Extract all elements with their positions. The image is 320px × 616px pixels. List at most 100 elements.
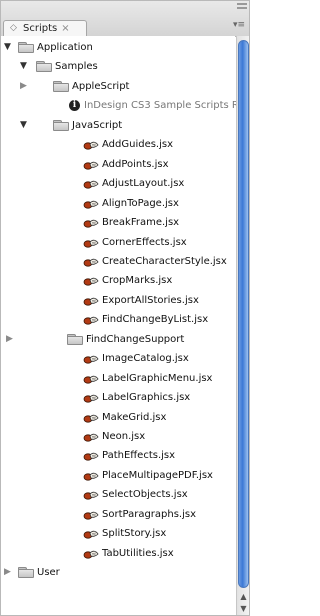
tree-folder-row[interactable]: ▼ JavaScript bbox=[1, 117, 235, 135]
tree-item-row[interactable]: AddGuides.jsx bbox=[1, 136, 235, 154]
tree-item-row[interactable]: Neon.jsx bbox=[1, 428, 235, 446]
tree-item-label: SelectObjects.jsx bbox=[102, 489, 188, 501]
tree-folder-row[interactable]: ▶ AppleScript bbox=[1, 78, 235, 96]
tree-folder-row[interactable]: ▼ Application bbox=[1, 39, 235, 57]
info-icon: i bbox=[69, 100, 80, 112]
script-icon bbox=[83, 412, 99, 424]
script-icon bbox=[83, 198, 99, 210]
tree-item-label: PlaceMultipagePDF.jsx bbox=[102, 469, 213, 481]
script-icon bbox=[83, 237, 99, 249]
tree-item-label: CornerEffects.jsx bbox=[102, 236, 187, 248]
tree-item-label: BreakFrame.jsx bbox=[102, 217, 180, 229]
tree-item-label: LabelGraphics.jsx bbox=[102, 392, 191, 404]
script-icon bbox=[83, 178, 99, 190]
script-icon bbox=[83, 295, 99, 307]
tree-item-label: PathEffects.jsx bbox=[102, 450, 176, 462]
script-icon bbox=[83, 353, 99, 365]
folder-icon bbox=[53, 119, 69, 131]
tree-item-label: AdjustLayout.jsx bbox=[102, 178, 185, 190]
tree-item-row[interactable]: ImageCatalog.jsx bbox=[1, 350, 235, 368]
script-icon bbox=[83, 509, 99, 521]
tree-item-label: TabUtilities.jsx bbox=[102, 547, 174, 559]
tree-item-row[interactable]: ExportAllStories.jsx bbox=[1, 292, 235, 310]
script-icon bbox=[83, 373, 99, 385]
tree-item-label: SplitStory.jsx bbox=[102, 528, 167, 540]
tree-item-label: LabelGraphicMenu.jsx bbox=[102, 372, 213, 384]
tree-item-label: AddPoints.jsx bbox=[102, 158, 169, 170]
tree-item-row[interactable]: SplitStory.jsx bbox=[1, 525, 235, 543]
tree-item-label: User bbox=[37, 567, 60, 579]
tree-item-label: ImageCatalog.jsx bbox=[102, 353, 189, 365]
folder-icon bbox=[53, 80, 69, 92]
script-icon bbox=[83, 139, 99, 151]
vertical-scrollbar[interactable]: ▲ ▼ bbox=[236, 36, 249, 615]
tree-item-row[interactable]: BreakFrame.jsx bbox=[1, 214, 235, 232]
script-icon bbox=[83, 314, 99, 326]
tree-item-row[interactable]: AddPoints.jsx bbox=[1, 156, 235, 174]
tree-item-label: Application bbox=[37, 42, 93, 53]
tree-item-row[interactable]: LabelGraphics.jsx bbox=[1, 389, 235, 407]
tree-item-row[interactable]: AdjustLayout.jsx bbox=[1, 175, 235, 193]
tree-item-label: AppleScript bbox=[72, 80, 130, 92]
tree-item-row[interactable]: LabelGraphicMenu.jsx bbox=[1, 370, 235, 388]
scripts-panel: ◇ Scripts × ▾≡ ▼ Application ▼ Samples ▶ Appl… bbox=[0, 0, 250, 616]
panel-menu-icon[interactable]: ▾≡ bbox=[232, 19, 246, 31]
tree-item-row[interactable]: i InDesign CS3 Sample Scripts Read bbox=[1, 97, 249, 115]
grip-icon[interactable] bbox=[237, 3, 247, 9]
script-tree: ▼ Application ▼ Samples ▶ AppleScript i InDesig… bbox=[1, 36, 249, 615]
tab-title: Scripts bbox=[23, 23, 58, 34]
tree-folder-row[interactable]: ▼ Samples bbox=[1, 58, 235, 76]
tree-item-label: MakeGrid.jsx bbox=[102, 411, 167, 423]
tree-item-row[interactable]: CornerEffects.jsx bbox=[1, 234, 235, 252]
tree-item-label: JavaScript bbox=[72, 119, 123, 131]
script-icon bbox=[83, 548, 99, 560]
tree-item-label: AlignToPage.jsx bbox=[102, 197, 179, 209]
tree-item-row[interactable]: SelectObjects.jsx bbox=[1, 486, 235, 504]
tree-item-row[interactable]: FindChangeByList.jsx bbox=[1, 311, 235, 329]
folder-icon bbox=[67, 333, 83, 345]
tree-item-label: CreateCharacterStyle.jsx bbox=[102, 255, 227, 267]
script-icon bbox=[83, 450, 99, 462]
tree-item-label: InDesign CS3 Sample Scripts Read bbox=[84, 100, 250, 112]
script-icon bbox=[83, 489, 99, 501]
tree-folder-row[interactable]: ▶ FindChangeSupport bbox=[1, 331, 235, 349]
tab-scripts[interactable]: ◇ Scripts × bbox=[3, 20, 87, 36]
script-icon bbox=[83, 392, 99, 404]
collapsed-arrow-icon[interactable]: ▶ bbox=[6, 334, 15, 344]
panel-tab-bar: ◇ Scripts × ▾≡ bbox=[1, 1, 249, 37]
expanded-arrow-icon[interactable]: ▼ bbox=[20, 62, 29, 71]
scroll-down-icon[interactable]: ▼ bbox=[238, 603, 249, 614]
scroll-up-icon[interactable]: ▲ bbox=[238, 591, 249, 602]
expanded-arrow-icon[interactable]: ▼ bbox=[4, 43, 13, 52]
script-icon bbox=[83, 275, 99, 287]
tree-item-label: CropMarks.jsx bbox=[102, 275, 173, 287]
script-icon bbox=[83, 470, 99, 482]
folder-icon bbox=[36, 61, 52, 73]
close-icon[interactable]: × bbox=[61, 23, 69, 34]
expanded-arrow-icon[interactable]: ▼ bbox=[20, 120, 29, 130]
tree-folder-row[interactable]: ▶ User bbox=[1, 564, 235, 582]
script-icon bbox=[83, 431, 99, 443]
script-icon bbox=[83, 217, 99, 229]
tree-item-row[interactable]: CreateCharacterStyle.jsx bbox=[1, 253, 235, 271]
tree-item-label: SortParagraphs.jsx bbox=[102, 508, 197, 520]
tree-item-row[interactable]: PlaceMultipagePDF.jsx bbox=[1, 467, 235, 485]
collapsed-arrow-icon[interactable]: ▶ bbox=[4, 568, 13, 577]
script-icon bbox=[83, 159, 99, 171]
tree-item-label: Neon.jsx bbox=[102, 431, 146, 442]
tree-item-row[interactable]: PathEffects.jsx bbox=[1, 447, 235, 465]
tree-item-label: Samples bbox=[55, 61, 98, 73]
tree-item-row[interactable]: AlignToPage.jsx bbox=[1, 195, 235, 213]
tree-item-row[interactable]: SortParagraphs.jsx bbox=[1, 506, 235, 524]
tree-item-label: FindChangeSupport bbox=[86, 333, 185, 345]
tree-item-label: ExportAllStories.jsx bbox=[102, 294, 199, 306]
diamond-icon: ◇ bbox=[10, 23, 17, 33]
tree-item-row[interactable]: MakeGrid.jsx bbox=[1, 409, 235, 427]
collapsed-arrow-icon[interactable]: ▶ bbox=[20, 81, 29, 91]
tree-item-row[interactable]: TabUtilities.jsx bbox=[1, 545, 235, 563]
scrollbar-thumb[interactable] bbox=[238, 40, 249, 588]
tree-item-row[interactable]: CropMarks.jsx bbox=[1, 272, 235, 290]
tree-item-label: FindChangeByList.jsx bbox=[102, 314, 209, 326]
folder-icon bbox=[18, 42, 34, 53]
script-icon bbox=[83, 256, 99, 268]
